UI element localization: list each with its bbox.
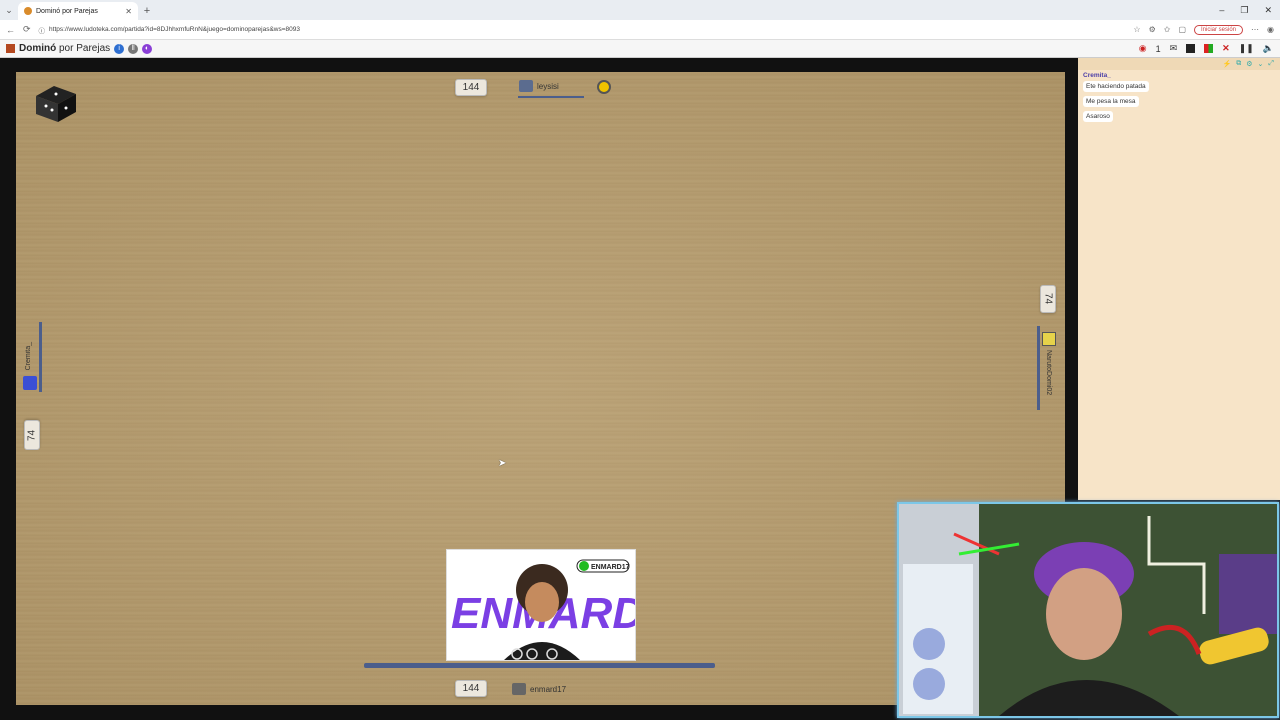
back-icon[interactable]: ← — [6, 25, 15, 35]
twitch-icon[interactable]: ◐ — [142, 43, 153, 54]
site-header: Dominó por Parejas i ll ◐ ◉ 1 ✉ ✕ ❚❚ 🔈 — [0, 40, 1280, 58]
site-favicon-icon — [24, 7, 32, 15]
spectators-eye-icon[interactable]: ◉ — [1139, 43, 1147, 54]
sound-icon[interactable]: 🔈 — [1263, 43, 1274, 54]
site-info-icon[interactable]: ⓘ — [39, 25, 46, 35]
chat-popout-icon[interactable]: ⧉ — [1236, 60, 1241, 68]
chat-bubble: Ete haciendo patada — [1083, 81, 1149, 92]
tab-list-icon[interactable]: ⌄ — [0, 0, 18, 20]
turn-indicator-icon — [597, 80, 611, 94]
browser-tab[interactable]: Dominó por Parejas ✕ — [18, 2, 138, 20]
reload-icon[interactable]: ⟳ — [23, 24, 31, 35]
top-player-name: leysisi — [537, 81, 559, 91]
close-window-icon[interactable]: ✕ — [1264, 5, 1272, 16]
chat-message: Asaroso — [1083, 109, 1275, 122]
bottom-player[interactable]: enmard17 — [512, 683, 566, 695]
domino-icon[interactable] — [1186, 44, 1196, 53]
page-title: Dominó por Parejas — [19, 43, 111, 54]
mouse-cursor-icon: ➤ — [498, 458, 507, 469]
top-player-turn-bar — [518, 96, 584, 98]
chat-bubble: Me pesa la mesa — [1083, 96, 1139, 107]
bookmark-star-icon[interactable]: ☆ — [1133, 25, 1140, 34]
restore-icon[interactable]: ❐ — [1240, 5, 1248, 16]
signin-button[interactable]: Iniciar sesión — [1194, 24, 1244, 35]
chat-panel: ⚡ ⧉ ⚙ ⌄ ⤢ Cremita_ Ete haciendo patada M… — [1078, 58, 1280, 500]
streamer-webcam — [897, 502, 1279, 718]
right-player-avatar — [1042, 332, 1056, 346]
browser-tab-bar: ⌄ Dominó por Parejas ✕ + – ❐ ✕ — [0, 0, 1280, 20]
chat-toggle-icon[interactable]: ✉ — [1170, 43, 1178, 54]
chat-message: Cremita_ Ete haciendo patada — [1083, 72, 1275, 92]
streamer-badge: ENMARD17 — [591, 564, 630, 571]
top-player[interactable]: leysisi — [519, 80, 559, 92]
domino-logo-icon — [36, 86, 76, 122]
chat-sender: Cremita_ — [1083, 72, 1111, 79]
new-tab-icon[interactable]: + — [138, 2, 156, 20]
chat-collapse-icon[interactable]: ⌄ — [1258, 60, 1264, 68]
info-icon[interactable]: i — [114, 43, 125, 54]
address-bar: ← ⟳ ⓘ https://www.ludoteka.com/partida?i… — [0, 20, 1280, 40]
more-menu-icon[interactable]: ⋯ — [1251, 25, 1259, 34]
leave-game-icon[interactable]: ✕ — [1222, 43, 1230, 54]
minimize-icon[interactable]: – — [1219, 5, 1224, 15]
chat-message: Me pesa la mesa — [1083, 94, 1275, 107]
window-controls: – ❐ ✕ — [1219, 0, 1280, 20]
pause-icon[interactable]: ❚❚ — [1239, 43, 1254, 54]
bottom-player-name: enmard17 — [530, 684, 567, 694]
theme-icon[interactable] — [1204, 44, 1214, 53]
extension-icon[interactable]: ⚙ — [1149, 25, 1156, 34]
ludoteka-logo-icon — [6, 44, 15, 53]
copilot-icon[interactable]: ◉ — [1267, 25, 1274, 34]
favorites-icon[interactable]: ✩ — [1164, 25, 1171, 34]
left-player-avatar — [23, 376, 37, 390]
right-player-name: NarutoDomi02 — [1045, 350, 1052, 396]
left-score: 74 — [24, 420, 40, 450]
chat-toolbar: ⚡ ⧉ ⚙ ⌄ ⤢ — [1078, 58, 1280, 70]
streamer-avatar-image: ENMARD17 ENMARD17 — [446, 549, 636, 661]
pause-game-icon[interactable]: ll — [128, 43, 139, 54]
chat-bubble: Asaroso — [1083, 111, 1113, 122]
left-player-turn-bar — [39, 322, 42, 392]
bottom-score: 144 — [455, 680, 487, 697]
avatar — [512, 683, 526, 695]
close-tab-icon[interactable]: ✕ — [125, 7, 132, 16]
right-player-turn-bar — [1037, 326, 1040, 410]
chat-settings-icon[interactable]: ⚙ — [1246, 60, 1252, 68]
tab-title: Dominó por Parejas — [36, 7, 98, 15]
right-score: 74 — [1040, 285, 1056, 313]
chat-expand-icon[interactable]: ⤢ — [1268, 60, 1274, 68]
url-text: https://www.ludoteka.com/partida?id=8DJh… — [49, 26, 300, 33]
spectator-count: 1 — [1155, 43, 1161, 54]
avatar — [519, 80, 533, 92]
left-player-name: Cremita_ — [25, 342, 32, 371]
url-field[interactable]: ⓘ https://www.ludoteka.com/partida?id=8D… — [39, 25, 1126, 35]
top-score: 144 — [455, 79, 487, 96]
chat-lightning-icon[interactable]: ⚡ — [1223, 60, 1232, 68]
bottom-player-turn-bar — [364, 663, 715, 668]
collections-icon[interactable]: ▢ — [1178, 25, 1186, 34]
